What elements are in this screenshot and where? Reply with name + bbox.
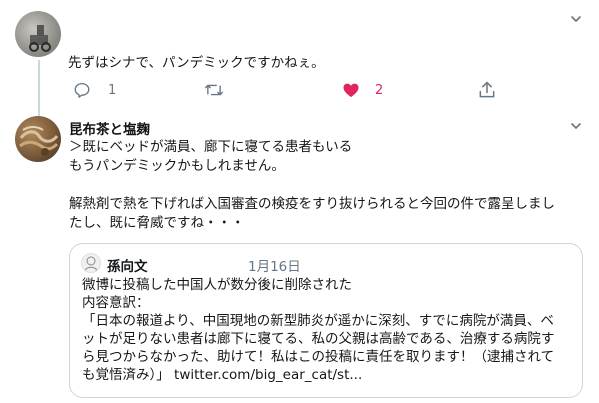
thread-line xyxy=(38,60,40,116)
quoted-text-line: ットが足りない患者は廊下に寝てる、私の父親は高齢である、治療する病院す xyxy=(82,331,555,347)
avatar xyxy=(81,253,101,273)
reply-icon xyxy=(74,82,90,98)
quoted-text-line: も覚悟済み）」 twitter.com/big_ear_cat/st... xyxy=(82,367,363,383)
like-count: 2 xyxy=(375,82,384,98)
quoted-text-line: 内容意訳： xyxy=(82,295,150,311)
avatar-image xyxy=(29,25,51,52)
avatar-image xyxy=(84,256,98,272)
tweet-text-line: ＞既にベッドが満員、廊下に寝てる患者もいる xyxy=(69,139,353,155)
retweet-button[interactable] xyxy=(204,81,233,99)
avatar-image xyxy=(19,126,59,156)
quoted-text-line: ら見つからなかった、助けて！私はこの投稿に責任を取ります！（逮捕されて xyxy=(82,349,555,365)
share-icon xyxy=(479,81,495,98)
quoted-author-name: 孫向文 xyxy=(107,259,148,275)
avatar[interactable] xyxy=(15,11,61,57)
heart-filled-icon xyxy=(343,83,359,98)
chevron-down-icon[interactable] xyxy=(568,11,584,27)
chevron-down-icon[interactable] xyxy=(568,118,584,134)
avatar[interactable] xyxy=(15,116,61,162)
reply-count: 1 xyxy=(108,82,117,98)
tweet-text: 先ずはシナで、パンデミックですかねぇ。 xyxy=(68,55,325,71)
quoted-tweet-card[interactable]: 孫向文 1月16日 微博に投稿した中国人が数分後に削除された 内容意訳： 「日本… xyxy=(69,243,583,398)
tweet-text-line: たし、既に脅威ですね・・・ xyxy=(69,215,245,231)
quoted-date: 1月16日 xyxy=(248,259,301,275)
retweet-icon xyxy=(204,84,224,96)
like-button[interactable]: 2 xyxy=(342,81,383,99)
quoted-text-line: 「日本の報道より、中国現地の新型肺炎が遥かに深刻、すでに病院が満員、ベ xyxy=(82,313,554,329)
share-button[interactable] xyxy=(477,80,497,100)
tweet-text-line: もうパンデミックかもしれません。 xyxy=(69,158,285,174)
tweet-text-line: 解熱剤で熱を下げれば入国審査の検疫をすり抜けられると今回の件で露呈しまし xyxy=(69,196,555,212)
quoted-text-line: 微博に投稿した中国人が数分後に削除された xyxy=(82,277,352,293)
author-name[interactable]: 昆布茶と塩麹 xyxy=(69,118,150,138)
reply-button[interactable]: 1 xyxy=(73,81,116,99)
